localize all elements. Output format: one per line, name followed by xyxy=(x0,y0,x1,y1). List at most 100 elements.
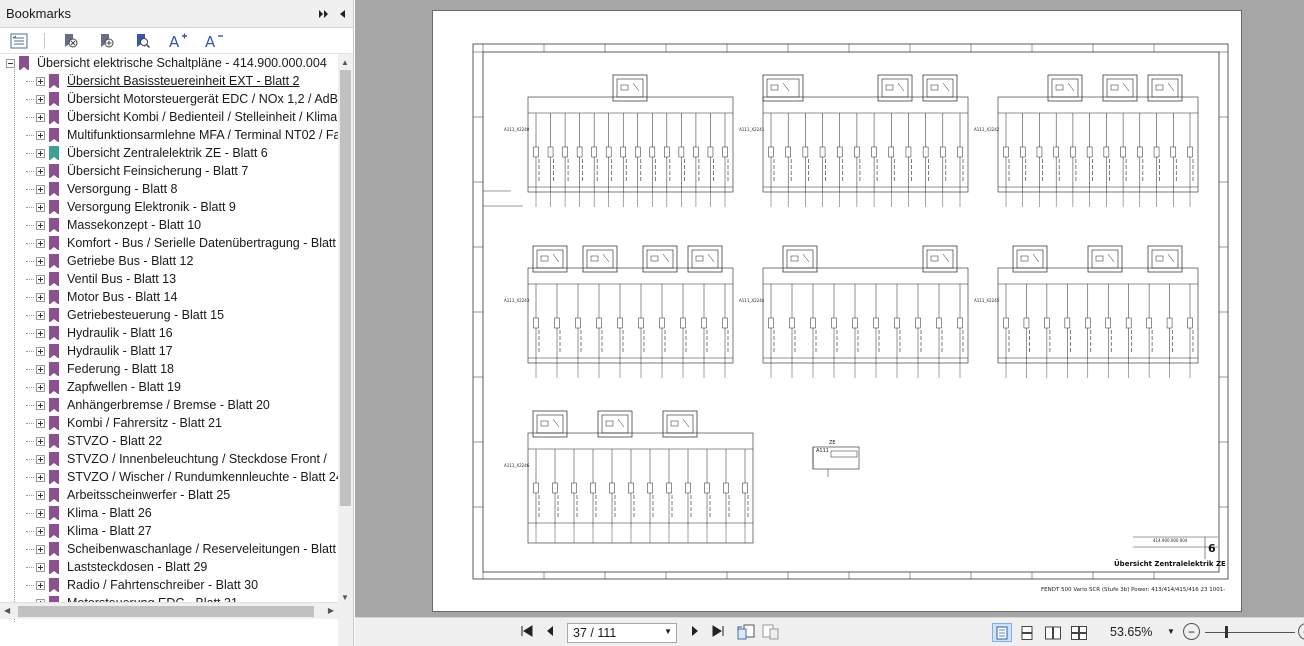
bookmark-item[interactable]: STVZO / Wischer / Rundumkennleuchte - Bl… xyxy=(0,468,338,486)
bookmark-item[interactable]: STVZO / Innenbeleuchtung / Steckdose Fro… xyxy=(0,450,338,468)
expand-toggle[interactable] xyxy=(36,292,45,302)
bookmark-icon xyxy=(49,326,59,341)
expand-toggle[interactable] xyxy=(36,436,45,446)
bookmark-item[interactable]: Laststeckdosen - Blatt 29 xyxy=(0,558,338,576)
zoom-out-icon[interactable]: − xyxy=(1183,623,1200,640)
facing-view-icon[interactable] xyxy=(1043,623,1063,642)
bookmark-item[interactable]: Hydraulik - Blatt 17 xyxy=(0,342,338,360)
last-page-icon[interactable] xyxy=(711,624,725,641)
bookmark-item[interactable]: Komfort - Bus / Serielle Datenübertragun… xyxy=(0,234,338,252)
expand-toggle[interactable] xyxy=(36,94,45,104)
bookmark-item[interactable]: Versorgung Elektronik - Blatt 9 xyxy=(0,198,338,216)
expand-toggle[interactable] xyxy=(36,400,45,410)
bookmark-item[interactable]: Multifunktionsarmlehne MFA / Terminal NT… xyxy=(0,126,338,144)
vertical-scrollbar[interactable]: ▲ ▼ xyxy=(338,54,353,646)
bookmark-item[interactable]: Übersicht Kombi / Bedienteil / Stelleinh… xyxy=(0,108,338,126)
delete-bookmark-icon[interactable] xyxy=(59,31,81,51)
bookmark-item[interactable]: Anhängerbremse / Bremse - Blatt 20 xyxy=(0,396,338,414)
bookmark-item[interactable]: Hydraulik - Blatt 16 xyxy=(0,324,338,342)
previous-page-icon[interactable] xyxy=(545,624,555,641)
expand-toggle[interactable] xyxy=(36,508,45,518)
previous-view-icon[interactable] xyxy=(736,624,756,643)
expand-toggle[interactable] xyxy=(36,418,45,428)
first-page-icon[interactable] xyxy=(520,624,534,641)
bookmark-item[interactable]: Scheibenwaschanlage / Reserveleitungen -… xyxy=(0,540,338,558)
bookmark-item[interactable]: Übersicht Zentralelektrik ZE - Blatt 6 xyxy=(0,144,338,162)
expand-toggle[interactable] xyxy=(36,328,45,338)
tree-connector xyxy=(26,206,34,208)
expand-toggle[interactable] xyxy=(36,562,45,572)
bookmark-item[interactable]: Ventil Bus - Blatt 13 xyxy=(0,270,338,288)
scroll-left-icon[interactable]: ◀ xyxy=(4,606,10,615)
expand-toggle[interactable] xyxy=(36,256,45,266)
expand-toggle[interactable] xyxy=(36,580,45,590)
expand-toggle[interactable] xyxy=(36,112,45,122)
zoom-dropdown-icon[interactable]: ▼ xyxy=(1167,627,1175,636)
bookmark-label: Übersicht Zentralelektrik ZE - Blatt 6 xyxy=(67,146,268,160)
expand-toggle[interactable] xyxy=(36,148,45,158)
decrease-font-icon[interactable]: A xyxy=(203,31,225,51)
bookmark-item[interactable]: Klima - Blatt 27 xyxy=(0,522,338,540)
scroll-up-icon[interactable]: ▲ xyxy=(341,58,349,67)
expand-toggle[interactable] xyxy=(36,130,45,140)
horizontal-scrollbar[interactable]: ◀ ▶ xyxy=(0,602,338,619)
circuit-blocks: A111_X2240 A111_X2241 A111_X2242 A111_X2243… xyxy=(504,74,1199,544)
expand-toggle[interactable] xyxy=(36,346,45,356)
next-page-icon[interactable] xyxy=(690,624,700,641)
expand-toggle[interactable] xyxy=(36,526,45,536)
bookmark-item[interactable]: Klima - Blatt 26 xyxy=(0,504,338,522)
scroll-thumb[interactable] xyxy=(340,70,351,506)
page-dropdown-icon[interactable]: ▼ xyxy=(664,627,672,636)
scroll-right-icon[interactable]: ▶ xyxy=(328,606,334,615)
expand-toggle[interactable] xyxy=(36,274,45,284)
bookmark-item[interactable]: Federung - Blatt 18 xyxy=(0,360,338,378)
bookmark-item[interactable]: STVZO - Blatt 22 xyxy=(0,432,338,450)
next-view-icon[interactable] xyxy=(761,624,781,643)
bookmark-item[interactable]: Motor Bus - Blatt 14 xyxy=(0,288,338,306)
bookmark-item[interactable]: Zapfwellen - Blatt 19 xyxy=(0,378,338,396)
continuous-view-icon[interactable] xyxy=(1017,623,1037,642)
expand-toggle[interactable] xyxy=(36,454,45,464)
document-viewport[interactable]: A111_X2240 A111_X2241 A111_X2242 A111_X2243… xyxy=(355,0,1304,617)
expand-toggle[interactable] xyxy=(36,76,45,86)
collapse-panel-icon[interactable] xyxy=(335,7,349,21)
zoom-slider-thumb[interactable] xyxy=(1225,626,1228,638)
pdf-page[interactable]: A111_X2240 A111_X2241 A111_X2242 A111_X2243… xyxy=(432,10,1242,612)
collapse-toggle[interactable] xyxy=(6,58,15,68)
continuous-facing-view-icon[interactable] xyxy=(1069,623,1089,642)
bookmark-item[interactable]: Getriebe Bus - Blatt 12 xyxy=(0,252,338,270)
scroll-down-icon[interactable]: ▼ xyxy=(341,593,349,602)
expand-toggle[interactable] xyxy=(36,202,45,212)
add-bookmark-icon[interactable] xyxy=(95,31,117,51)
find-bookmark-icon[interactable] xyxy=(131,31,153,51)
zoom-slider[interactable] xyxy=(1205,632,1295,633)
hscroll-thumb[interactable] xyxy=(18,606,314,617)
expand-toggle[interactable] xyxy=(36,382,45,392)
single-page-view-icon[interactable] xyxy=(992,623,1012,642)
expand-toggle[interactable] xyxy=(36,184,45,194)
bookmark-options-icon[interactable] xyxy=(8,31,30,51)
expand-toggle[interactable] xyxy=(36,544,45,554)
bookmark-item[interactable]: Massekonzept - Blatt 10 xyxy=(0,216,338,234)
bookmark-item[interactable]: Radio / Fahrtenschreiber - Blatt 30 xyxy=(0,576,338,594)
page-number-field[interactable]: 37 / 111 ▼ xyxy=(567,623,677,643)
bookmark-root[interactable]: Übersicht elektrische Schaltpläne - 414.… xyxy=(0,54,338,72)
zoom-in-icon[interactable]: + xyxy=(1298,623,1304,640)
bookmark-item[interactable]: Kombi / Fahrersitz - Blatt 21 xyxy=(0,414,338,432)
zoom-level[interactable]: 53.65% xyxy=(1110,625,1152,639)
bookmark-item[interactable]: Versorgung - Blatt 8 xyxy=(0,180,338,198)
bookmark-item[interactable]: Übersicht Feinsicherung - Blatt 7 xyxy=(0,162,338,180)
expand-toggle[interactable] xyxy=(36,166,45,176)
expand-panel-icon[interactable] xyxy=(317,7,331,21)
expand-toggle[interactable] xyxy=(36,310,45,320)
expand-toggle[interactable] xyxy=(36,472,45,482)
bookmark-item[interactable]: Übersicht Motorsteuergerät EDC / NOx 1,2… xyxy=(0,90,338,108)
expand-toggle[interactable] xyxy=(36,238,45,248)
bookmark-item[interactable]: Übersicht Basissteuereinheit EXT - Blatt… xyxy=(0,72,338,90)
increase-font-icon[interactable]: A xyxy=(167,31,189,51)
bookmark-item[interactable]: Getriebesteuerung - Blatt 15 xyxy=(0,306,338,324)
expand-toggle[interactable] xyxy=(36,220,45,230)
expand-toggle[interactable] xyxy=(36,490,45,500)
expand-toggle[interactable] xyxy=(36,364,45,374)
bookmark-item[interactable]: Arbeitsscheinwerfer - Blatt 25 xyxy=(0,486,338,504)
